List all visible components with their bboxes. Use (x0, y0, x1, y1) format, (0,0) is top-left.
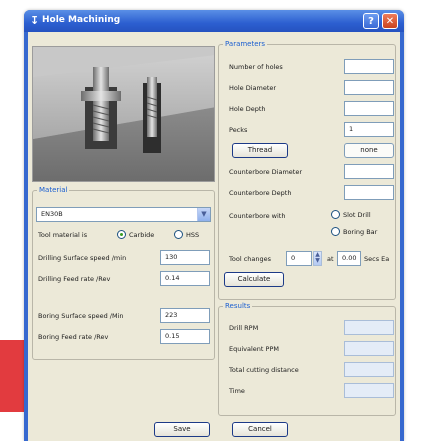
carbide-radio[interactable] (117, 230, 126, 239)
equivalent-ppm-label: Equivalent PPM (229, 345, 279, 353)
time-label: Time (229, 387, 245, 395)
boring-bar-label: Boring Bar (343, 228, 378, 236)
hole-depth-input[interactable] (344, 101, 394, 116)
tool-changes-input[interactable]: 0 (286, 251, 312, 266)
hole-depth-label: Hole Depth (229, 105, 266, 113)
slot-drill-radio[interactable] (331, 210, 340, 219)
drill-rpm-label: Drill RPM (229, 324, 259, 332)
save-button[interactable]: Save (154, 422, 210, 437)
app-icon: ↧ (30, 14, 40, 27)
material-select-value: EN30B (41, 210, 63, 218)
parameters-legend: Parameters (225, 40, 266, 48)
thread-button[interactable]: Thread (232, 143, 288, 158)
total-cutting-distance-output (344, 362, 394, 377)
tool-changes-label: Tool changes (229, 255, 271, 263)
pecks-label: Pecks (229, 126, 248, 134)
dialog-client-area: Parameters Number of holes Hole Diameter… (28, 32, 400, 441)
number-of-holes-input[interactable] (344, 59, 394, 74)
title-bar[interactable]: ↧ Hole Machining ? ✕ (24, 10, 404, 32)
spin-down-icon[interactable]: ▼ (315, 257, 320, 264)
material-legend: Material (39, 186, 68, 194)
drill-rpm-output (344, 320, 394, 335)
results-legend: Results (225, 302, 251, 310)
hole-diameter-input[interactable] (344, 80, 394, 95)
secs-unit-label: Secs Ea (364, 255, 390, 263)
tool-material-label: Tool material is (38, 231, 88, 239)
counterbore-diameter-input[interactable] (344, 164, 394, 179)
calculate-button[interactable]: Calculate (224, 272, 284, 287)
tool-changes-spinner[interactable]: ▲ ▼ (313, 251, 322, 266)
boring-bar-radio[interactable] (331, 227, 340, 236)
secs-input[interactable]: 0.00 (337, 251, 361, 266)
hole-machining-window: ↧ Hole Machining ? ✕ Parameters Number o… (24, 10, 404, 441)
counterbore-depth-input[interactable] (344, 185, 394, 200)
thread-value-button[interactable]: none (344, 143, 394, 158)
boring-speed-label: Boring Surface speed /Min (38, 312, 124, 320)
drilling-speed-label: Drilling Surface speed /min (38, 254, 127, 262)
hole-preview-image (32, 46, 215, 182)
chevron-down-icon[interactable]: ▼ (197, 208, 210, 221)
carbide-label: Carbide (129, 231, 155, 239)
equivalent-ppm-output (344, 341, 394, 356)
drilling-speed-input[interactable]: 130 (160, 250, 210, 265)
close-button[interactable]: ✕ (382, 13, 398, 29)
red-background-block (0, 340, 24, 412)
hss-label: HSS (186, 231, 200, 239)
hole-diameter-label: Hole Diameter (229, 84, 277, 92)
slot-drill-label: Slot Drill (343, 211, 371, 219)
drilling-feed-label: Drilling Feed rate /Rev (38, 275, 111, 283)
pecks-input[interactable]: 1 (344, 122, 394, 137)
counterbore-depth-label: Counterbore Depth (229, 189, 292, 197)
material-select[interactable]: EN30B ▼ (36, 207, 211, 222)
drilling-feed-input[interactable]: 0.14 (160, 271, 210, 286)
window-title: Hole Machining (42, 15, 121, 25)
at-label: at (327, 255, 334, 263)
number-of-holes-label: Number of holes (229, 63, 283, 71)
help-button[interactable]: ? (363, 13, 379, 29)
hole-cross-section-icon (33, 47, 214, 181)
hss-radio[interactable] (174, 230, 183, 239)
total-cutting-distance-label: Total cutting distance (229, 366, 299, 374)
boring-feed-label: Boring Feed rate /Rev (38, 333, 109, 341)
counterbore-with-label: Counterbore with (229, 212, 286, 220)
boring-feed-input[interactable]: 0.15 (160, 329, 210, 344)
time-output (344, 383, 394, 398)
counterbore-diameter-label: Counterbore Diameter (229, 168, 303, 176)
cancel-button[interactable]: Cancel (232, 422, 288, 437)
boring-speed-input[interactable]: 223 (160, 308, 210, 323)
